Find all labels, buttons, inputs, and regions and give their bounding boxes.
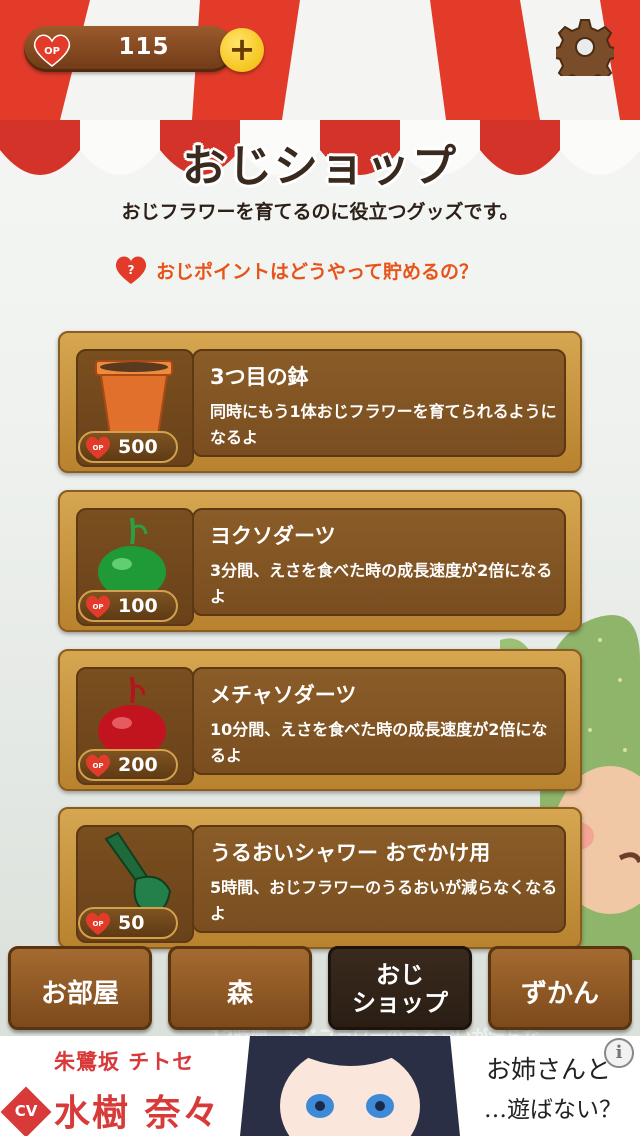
price-op-badge: OP [92, 603, 103, 611]
page-title: おじショップ [182, 141, 458, 192]
item-price-value: 50 [118, 912, 145, 934]
op-points-bar: OP 115 + [24, 26, 264, 74]
shop-screen: OP 115 + おじショップ おじフラワーを育てるのに役立つグッズです。 ? … [0, 0, 640, 1136]
tab-forest-label: 森 [226, 979, 253, 1009]
item-price: OP 100 [78, 590, 178, 622]
item-info-panel: ヨクソダーツ 3分間、えさを食べた時の成長速度が2倍になるよ [192, 508, 566, 616]
price-op-badge: OP [92, 444, 103, 452]
ad-info-icon[interactable]: i [604, 1038, 634, 1068]
ad-character-name: 朱鷺坂 チトセ [54, 1050, 195, 1074]
shop-item-card[interactable]: OP 200 メチャソダーツ 10分間、えさを食べた時の成長速度が2倍になるよ [58, 649, 582, 791]
op-heart-icon: OP [85, 754, 111, 777]
op-heart-icon: OP [85, 912, 111, 935]
op-heart-icon: OP [85, 595, 111, 618]
page-subtitle: おじフラワーを育てるのに役立つグッズです。 [121, 201, 519, 223]
tab-oji-shop[interactable]: おじ ショップ [328, 946, 472, 1030]
price-op-badge: OP [92, 920, 103, 928]
tab-shop-label: おじ ショップ [331, 961, 469, 1017]
item-description: 5時間、おじフラワーのうるおいが減らなくなるよ [210, 878, 558, 923]
bottom-nav: お部屋 森 おじ ショップ ずかん [0, 944, 640, 1036]
cv-badge-label: CV [14, 1102, 38, 1120]
red-potion-icon [98, 676, 166, 757]
item-description: 同時にもう1体おじフラワーを育てられるようになるよ [210, 402, 557, 447]
op-points-value: 115 [118, 34, 170, 60]
shop-item-card[interactable]: OP 100 ヨクソダーツ 3分間、えさを食べた時の成長速度が2倍になるよ [58, 490, 582, 632]
how-to-earn-points-link[interactable]: ? おじポイントはどうやって貯めるの？ [114, 252, 534, 288]
add-op-button[interactable]: + [220, 28, 264, 72]
item-name: 3つ目の鉢 [210, 365, 309, 389]
op-badge-label: OP [44, 46, 60, 57]
tab-room-label: お部屋 [40, 979, 119, 1009]
settings-gear-icon[interactable] [556, 18, 614, 76]
item-price-value: 500 [118, 436, 158, 458]
item-price: OP 50 [78, 907, 178, 939]
op-heart-icon: OP [85, 436, 111, 459]
item-price-value: 200 [118, 754, 158, 776]
shop-item-card[interactable]: OP 500 3つ目の鉢 同時にもう1体おじフラワーを育てられるようになるよ [58, 331, 582, 473]
flower-pot-icon [95, 360, 173, 436]
tab-zukan[interactable]: ずかん [488, 946, 632, 1030]
tab-shop-line2: ショップ [352, 989, 448, 1017]
price-op-badge: OP [92, 762, 103, 770]
item-info-panel: うるおいシャワー おでかけ用 5時間、おじフラワーのうるおいが減らなくなるよ [192, 825, 566, 933]
anime-girl-image [240, 1036, 460, 1136]
op-heart-icon: OP [33, 34, 71, 67]
item-price-value: 100 [118, 595, 158, 617]
item-info-panel: メチャソダーツ 10分間、えさを食べた時の成長速度が2倍になるよ [192, 667, 566, 775]
item-price: OP 500 [78, 431, 178, 463]
item-description: 10分間、えさを食べた時の成長速度が2倍になるよ [210, 720, 548, 765]
green-potion-icon [98, 517, 166, 598]
item-info-panel: 3つ目の鉢 同時にもう1体おじフラワーを育てられるようになるよ [192, 349, 566, 457]
tab-room[interactable]: お部屋 [8, 946, 152, 1030]
item-description: 3分間、えさを食べた時の成長速度が2倍になるよ [210, 561, 553, 606]
help-badge-label: ? [128, 263, 135, 277]
item-price: OP 200 [78, 749, 178, 781]
ad-banner[interactable]: 朱鷺坂 チトセ CV 水樹 奈々 お姉さんと …遊ばない？ i [0, 1036, 640, 1136]
ad-tagline-1: お姉さんと [486, 1055, 612, 1084]
help-link-label: おじポイントはどうやって貯めるの？ [156, 261, 479, 283]
tab-shop-line1: おじ [376, 961, 424, 989]
item-name: ヨクソダーツ [210, 524, 336, 548]
item-name: うるおいシャワー おでかけ用 [210, 841, 491, 865]
tab-zukan-label: ずかん [520, 979, 599, 1009]
watering-can-icon [104, 831, 172, 915]
ad-tagline-2: …遊ばない？ [484, 1097, 622, 1123]
item-name: メチャソダーツ [210, 683, 357, 707]
shop-item-card[interactable]: OP 50 うるおいシャワー おでかけ用 5時間、おじフラワーのうるおいが減らな… [58, 807, 582, 949]
question-heart-icon: ? [115, 256, 147, 284]
ad-voice-actor-name: 水樹 奈々 [54, 1093, 221, 1134]
tab-forest[interactable]: 森 [168, 946, 312, 1030]
